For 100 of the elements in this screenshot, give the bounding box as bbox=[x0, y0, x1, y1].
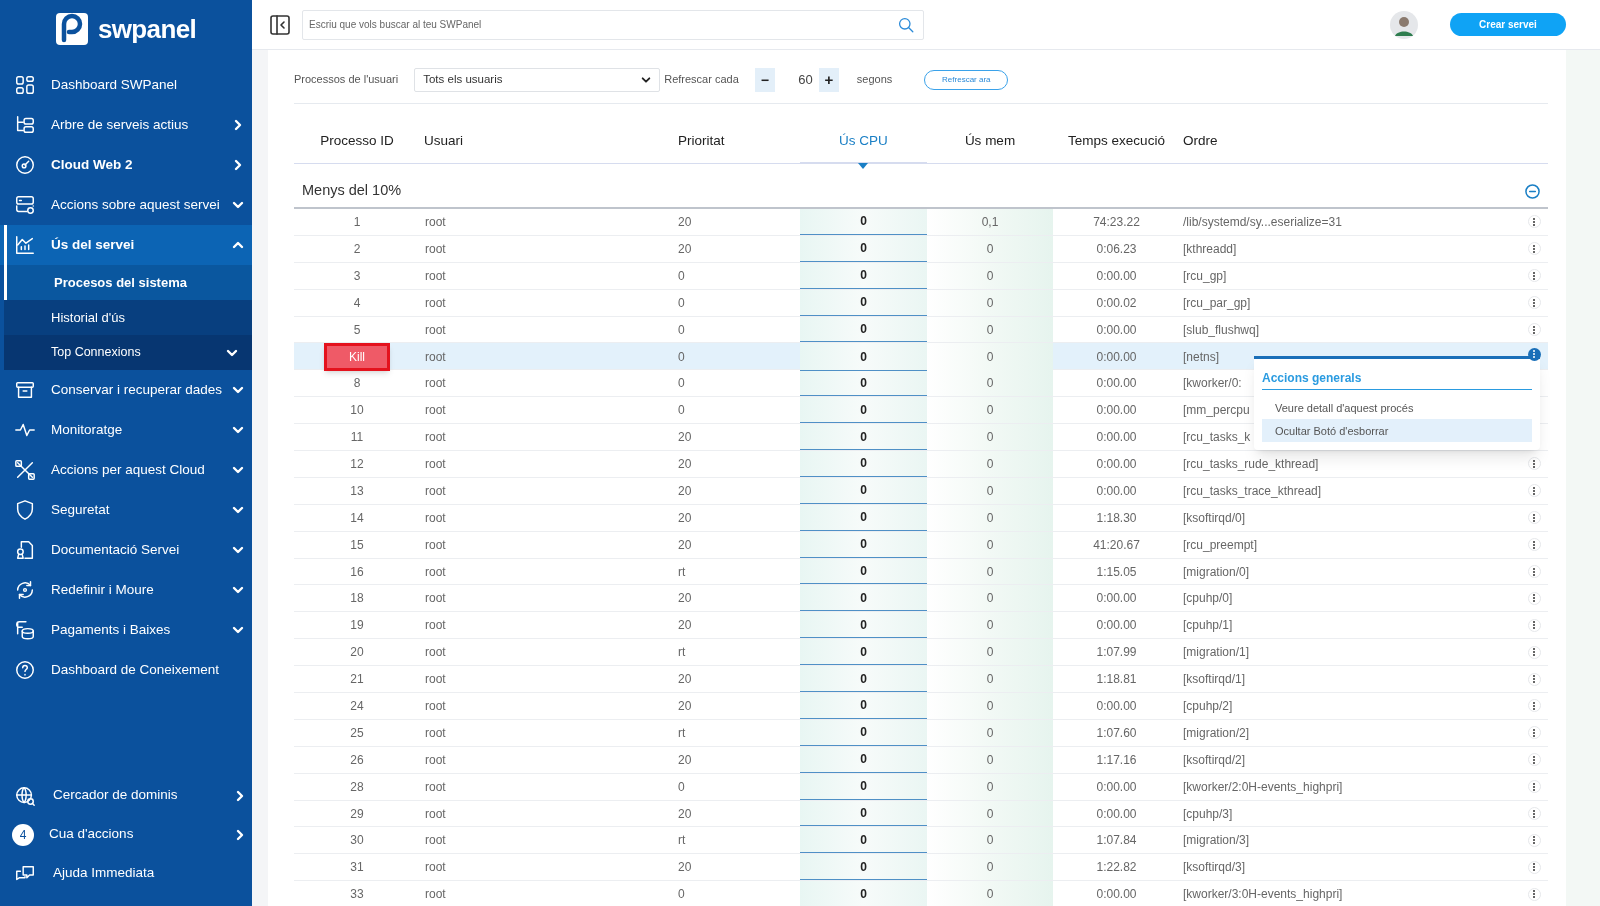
sidebar-item[interactable]: Documentació Servei bbox=[0, 530, 252, 570]
sidebar-item[interactable]: Ajuda Immediata bbox=[0, 854, 252, 893]
more-options-icon[interactable] bbox=[1527, 511, 1541, 525]
sidebar-toggle-icon[interactable] bbox=[270, 14, 290, 35]
table-cell-text: 2 bbox=[353, 240, 361, 258]
more-options-icon[interactable] bbox=[1527, 807, 1541, 821]
sidebar-subitem[interactable]: Procesos del sistema bbox=[4, 265, 252, 300]
more-options-icon[interactable] bbox=[1527, 565, 1541, 578]
table-cell-text: 0 bbox=[986, 724, 994, 742]
sidebar-item[interactable]: Cloud Web 2 bbox=[0, 145, 252, 185]
sidebar-subitem[interactable]: Historial d'ús bbox=[4, 300, 252, 335]
table-cell-text: 1:18.30 bbox=[1096, 509, 1137, 527]
table-cell-text: 15 bbox=[350, 536, 364, 554]
more-options-icon[interactable] bbox=[1527, 860, 1541, 874]
table-cell: [netns] bbox=[1183, 350, 1220, 365]
table-cell: rt bbox=[678, 833, 686, 848]
sidebar-item[interactable]: Conservar i recuperar dades bbox=[0, 370, 252, 410]
table-cell: [ksoftirqd/1] bbox=[1183, 672, 1246, 687]
more-options-icon[interactable] bbox=[1527, 618, 1541, 632]
sidebar-item[interactable]: Redefinir i Moure bbox=[0, 570, 252, 610]
user-select[interactable]: Tots els usuaris bbox=[414, 67, 661, 92]
table-cell-text: 0 bbox=[986, 805, 994, 823]
sidebar-item[interactable]: Cercador de dominis bbox=[0, 776, 252, 815]
table-cell-text: 0 bbox=[860, 697, 867, 715]
more-options-icon[interactable] bbox=[1527, 645, 1541, 659]
table-cell: /lib/systemd/sy...eserialize=31 bbox=[1183, 214, 1342, 229]
more-options-icon[interactable] bbox=[1527, 538, 1541, 552]
table-cell: 20 bbox=[678, 537, 692, 552]
table-cell-text: 14 bbox=[350, 509, 364, 527]
sidebar-subitem[interactable]: Top Connexions bbox=[4, 335, 252, 370]
more-options-icon[interactable] bbox=[1527, 726, 1541, 740]
sidebar-item[interactable]: Monitoratge bbox=[0, 410, 252, 450]
more-options-icon[interactable] bbox=[1527, 296, 1541, 310]
more-options-icon[interactable] bbox=[1527, 457, 1541, 471]
table-cell-text: 0 bbox=[986, 590, 994, 608]
more-options-icon[interactable] bbox=[1527, 780, 1541, 794]
table-cell-text: 33 bbox=[350, 886, 364, 904]
column-header[interactable]: Ús mem bbox=[964, 131, 1016, 152]
sidebar-item[interactable]: 4 Cua d'accions bbox=[0, 815, 252, 854]
more-options-icon[interactable] bbox=[1527, 833, 1541, 847]
sidebar-item[interactable]: Ús del servei bbox=[0, 225, 252, 265]
table-cell-text: 0 bbox=[986, 240, 994, 258]
table-cell-text: 0 bbox=[860, 240, 867, 258]
column-header[interactable]: Processo ID bbox=[320, 131, 394, 152]
table-cell-text: 1:17.16 bbox=[1096, 751, 1137, 769]
table-cell: root bbox=[425, 403, 446, 418]
table-cell: [cpuhp/0] bbox=[1183, 591, 1233, 606]
table-cell: [mm_percpu bbox=[1183, 403, 1250, 418]
table-cell-text: 0:00.00 bbox=[1096, 617, 1137, 635]
search-field[interactable]: Escriu que vols buscar al teu SWPanel bbox=[302, 9, 924, 40]
table-cell-text: 1:07.60 bbox=[1096, 724, 1137, 742]
table-cell: root bbox=[425, 350, 446, 365]
column-header[interactable]: Ús CPU bbox=[839, 130, 888, 152]
table-cell-text: 21 bbox=[350, 671, 364, 689]
more-options-icon[interactable] bbox=[1527, 887, 1541, 901]
menu-item[interactable]: Ocultar Botó d'esborrar bbox=[1262, 419, 1532, 443]
sidebar-item[interactable]: Arbre de serveis actius bbox=[0, 105, 252, 145]
column-header[interactable]: Prioritat bbox=[678, 131, 725, 152]
table-cell-text: 0 bbox=[860, 509, 867, 527]
more-options-icon[interactable] bbox=[1527, 753, 1541, 767]
table-cell-text: 0 bbox=[860, 455, 867, 473]
table-cell-text: 0 bbox=[860, 294, 867, 312]
more-options-icon[interactable] bbox=[1527, 269, 1541, 283]
column-header[interactable]: Usuari bbox=[424, 131, 463, 152]
tree-icon bbox=[14, 114, 36, 136]
table-cell-text: 0 bbox=[860, 589, 867, 607]
table-cell: 20 bbox=[678, 672, 692, 687]
table-cell-text: 28 bbox=[350, 778, 364, 796]
table-cell: 0 bbox=[678, 295, 685, 310]
menu-item[interactable]: Veure detall d'aquest procés bbox=[1262, 396, 1532, 420]
sidebar-item[interactable]: Pagaments i Baixes bbox=[0, 610, 252, 650]
more-options-icon[interactable] bbox=[1527, 215, 1541, 229]
table-cell-text: 1:07.99 bbox=[1096, 644, 1137, 662]
more-options-icon[interactable] bbox=[1527, 699, 1541, 713]
sidebar-item[interactable]: Dashboard SWPanel bbox=[0, 65, 252, 105]
table-cell: [kworker/2:0H-events_highpri] bbox=[1183, 779, 1343, 794]
table-cell: [migration/1] bbox=[1183, 645, 1250, 660]
collapse-icon[interactable] bbox=[1525, 183, 1540, 199]
column-header[interactable]: Ordre bbox=[1183, 131, 1218, 152]
sidebar-item[interactable]: Accions sobre aquest servei bbox=[0, 185, 252, 225]
more-options-icon[interactable] bbox=[1527, 347, 1541, 361]
more-options-icon[interactable] bbox=[1527, 672, 1541, 686]
table-cell-text: 0:00.00 bbox=[1096, 886, 1137, 904]
table-cell: [kworker/0: bbox=[1183, 376, 1242, 391]
sidebar-item[interactable]: Seguretat bbox=[0, 490, 252, 530]
sidebar-item[interactable]: Dashboard de Coneixement bbox=[0, 650, 252, 690]
more-options-icon[interactable] bbox=[1527, 242, 1541, 256]
more-options-icon[interactable] bbox=[1527, 323, 1541, 336]
table-cell-text: 1:15.05 bbox=[1096, 563, 1137, 581]
decrement-button[interactable]: − bbox=[754, 67, 775, 92]
table-cell-text: 1 bbox=[353, 213, 361, 231]
interval-field[interactable]: 60 bbox=[774, 67, 819, 92]
table-cell-text: 1:22.82 bbox=[1096, 859, 1137, 877]
column-header[interactable]: Temps execució bbox=[1068, 131, 1165, 152]
more-options-icon[interactable] bbox=[1527, 591, 1541, 605]
more-options-icon[interactable] bbox=[1527, 484, 1541, 498]
table-cell-text: 0 bbox=[860, 213, 867, 231]
sidebar-item[interactable]: Accions per aquest Cloud bbox=[0, 450, 252, 490]
table-cell: root bbox=[425, 725, 446, 740]
increment-button[interactable]: + bbox=[818, 67, 839, 92]
